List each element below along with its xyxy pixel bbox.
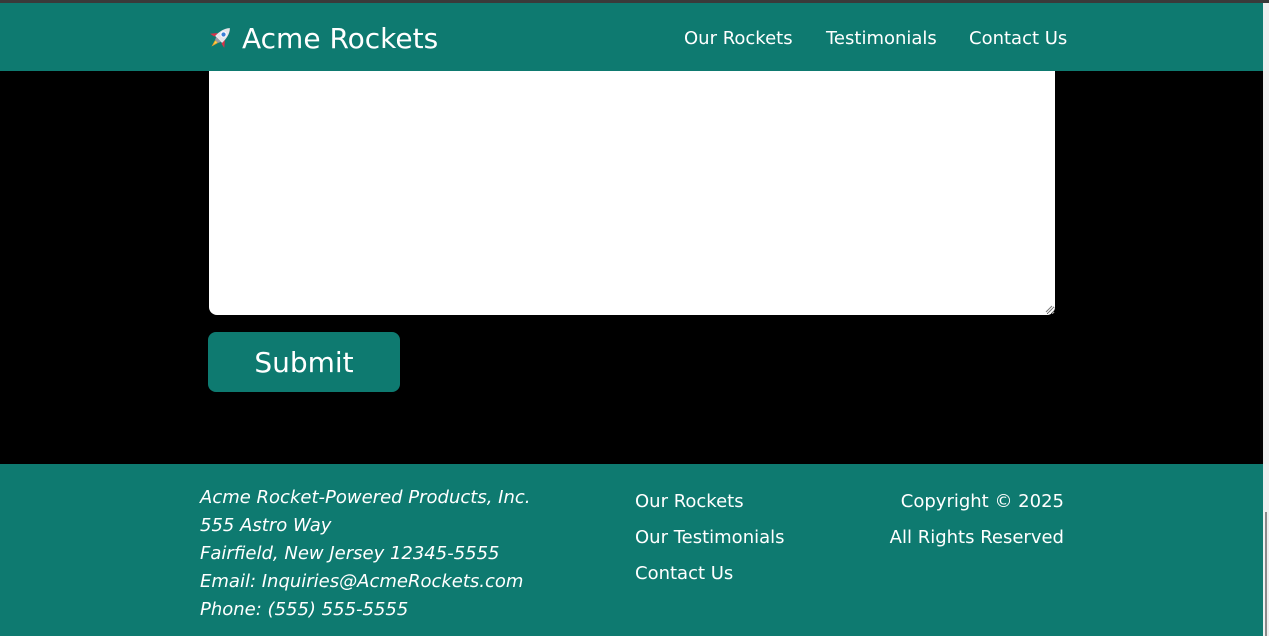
footer-link-our-rockets[interactable]: Our Rockets <box>635 484 785 520</box>
city-address: Fairfield, New Jersey 12345-5555 <box>200 543 500 564</box>
nav-testimonials[interactable]: Testimonials <box>826 27 937 51</box>
site-header: Acme Rockets Our Rockets Testimonials Co… <box>0 3 1263 71</box>
nav-our-rockets[interactable]: Our Rockets <box>684 27 793 51</box>
scrollbar-thumb[interactable] <box>1265 512 1267 636</box>
footer-copyright: Copyright © 2025 All Rights Reserved <box>890 484 1064 556</box>
footer-link-contact-us[interactable]: Contact Us <box>635 556 785 592</box>
site-footer: Acme Rocket-Powered Products, Inc. 555 A… <box>0 464 1263 636</box>
company-name: Acme Rocket-Powered Products, Inc. <box>200 487 531 508</box>
phone-number[interactable]: Phone: (555) 555-5555 <box>200 596 531 624</box>
nav-contact-us[interactable]: Contact Us <box>969 27 1067 51</box>
main-nav: Our Rockets Testimonials Contact Us <box>0 27 1263 51</box>
contact-form-section: Submit <box>0 71 1263 464</box>
street-address: 555 Astro Way <box>200 515 332 536</box>
rights-text: All Rights Reserved <box>889 527 1064 548</box>
copyright-text: Copyright © 2025 <box>900 491 1064 512</box>
footer-address: Acme Rocket-Powered Products, Inc. 555 A… <box>200 484 531 624</box>
footer-link-our-testimonials[interactable]: Our Testimonials <box>635 520 785 556</box>
footer-links: Our Rockets Our Testimonials Contact Us <box>635 484 785 592</box>
submit-button[interactable]: Submit <box>208 332 400 392</box>
message-textarea[interactable] <box>209 71 1055 315</box>
resize-grip-icon[interactable] <box>1043 303 1053 313</box>
email-address[interactable]: Email: Inquiries@AcmeRockets.com <box>200 568 531 596</box>
